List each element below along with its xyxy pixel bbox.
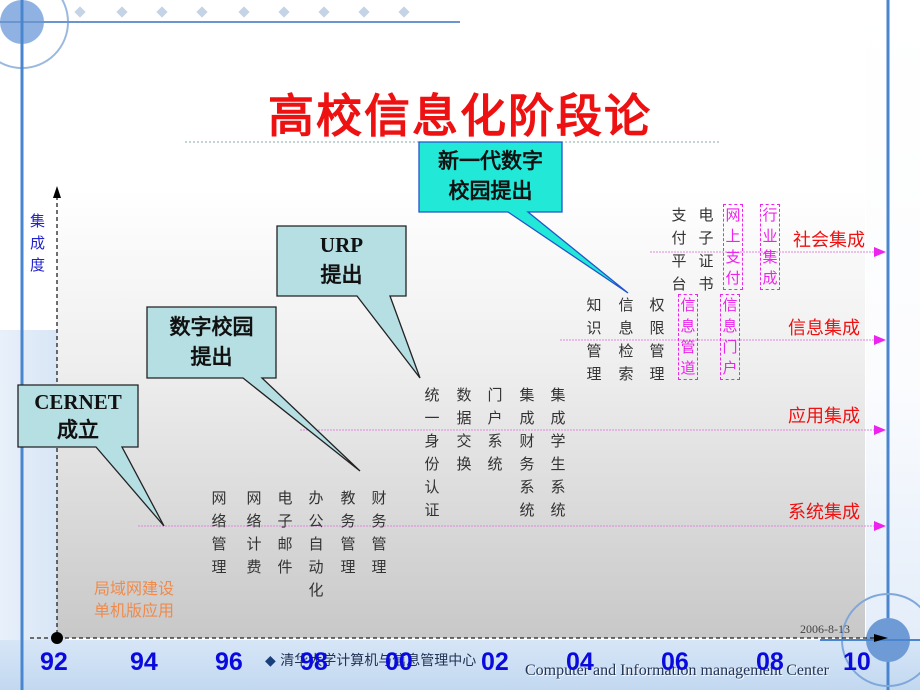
base-stage-label: 局域网建设 单机版应用	[94, 578, 174, 622]
callout-cernet-line2: 成立	[57, 418, 99, 442]
x-tick-label: 06	[661, 648, 689, 676]
information-future-item: 信息管道	[678, 294, 698, 380]
x-tick-label: 04	[566, 648, 594, 676]
application-item: 门户系统	[487, 386, 503, 473]
system-item: 网络管理	[211, 489, 227, 576]
callout-digital-campus: 数字校园 提出	[147, 312, 276, 372]
x-tick-label: 00	[385, 648, 413, 676]
callout-digital-campus-line1: 数字校园	[169, 315, 254, 339]
callout-new-digital-campus-line1: 新一代数字	[438, 149, 543, 173]
stage-arrow-social	[874, 247, 886, 257]
callout-urp-line1: URP	[319, 233, 364, 257]
application-item: 统一身份认证	[424, 386, 440, 519]
callout-new-digital-campus: 新一代数字 校园提出	[419, 146, 562, 206]
system-item: 教务管理	[340, 489, 356, 576]
callout-cernet-line1: CERNET	[34, 390, 122, 414]
base-stage-line1: 局域网建设	[94, 579, 175, 598]
stage-label-social: 社会集成	[793, 230, 865, 251]
stage-arrow-application	[874, 425, 886, 435]
stage-label-application: 应用集成	[788, 406, 860, 427]
callout-cernet: CERNET 成立	[18, 388, 138, 444]
callout-digital-campus-line2: 提出	[190, 345, 233, 369]
information-item: 知识管理	[586, 296, 602, 383]
stage-arrow-system	[874, 521, 886, 531]
system-item: 电子邮件	[277, 489, 293, 576]
information-item: 信息检索	[618, 296, 634, 383]
callout-urp: URP 提出	[277, 230, 406, 290]
x-tick-label: 02	[481, 648, 509, 676]
social-future-item: 网上支付	[723, 204, 743, 290]
social-item: 支付平台	[671, 206, 687, 293]
callout-new-digital-campus-line2: 校园提出	[448, 179, 533, 203]
system-item: 办公自动化	[308, 489, 324, 599]
y-axis-label: 集成度	[30, 212, 46, 274]
slide-date: 2006-8-13	[800, 622, 850, 636]
application-item: 集成财务系统	[519, 386, 535, 519]
information-item: 权限管理	[649, 296, 665, 383]
callout-urp-line2: 提出	[320, 263, 363, 287]
application-item: 集成学生系统	[550, 386, 566, 519]
footer-org-cn: ◆ 清华大学计算机与信息管理中心	[265, 650, 476, 670]
x-tick-label: 96	[215, 648, 243, 676]
stage-label-system: 系统集成	[788, 502, 860, 523]
x-tick-label: 10	[843, 648, 871, 676]
x-tick-label: 94	[130, 648, 158, 676]
system-item: 网络计费	[246, 489, 262, 576]
system-item: 财务管理	[371, 489, 387, 576]
footer-diamond-icon: ◆	[265, 653, 276, 669]
x-tick-label: 92	[40, 648, 68, 676]
application-item: 数据交换	[456, 386, 472, 473]
page-title: 高校信息化阶段论	[268, 89, 652, 143]
social-item: 电子证书	[698, 206, 714, 293]
x-tick-label: 08	[756, 648, 784, 676]
base-stage-line2: 单机版应用	[94, 601, 175, 620]
decor-diamonds	[74, 6, 410, 18]
stage-arrow-information	[874, 335, 886, 345]
y-axis-arrow	[53, 186, 61, 198]
social-future-item: 行业集成	[760, 204, 780, 290]
stage-label-information: 信息集成	[788, 318, 860, 339]
information-future-item: 信息门户	[720, 294, 740, 380]
origin-dot	[51, 632, 63, 644]
x-tick-label: 98	[300, 648, 328, 676]
